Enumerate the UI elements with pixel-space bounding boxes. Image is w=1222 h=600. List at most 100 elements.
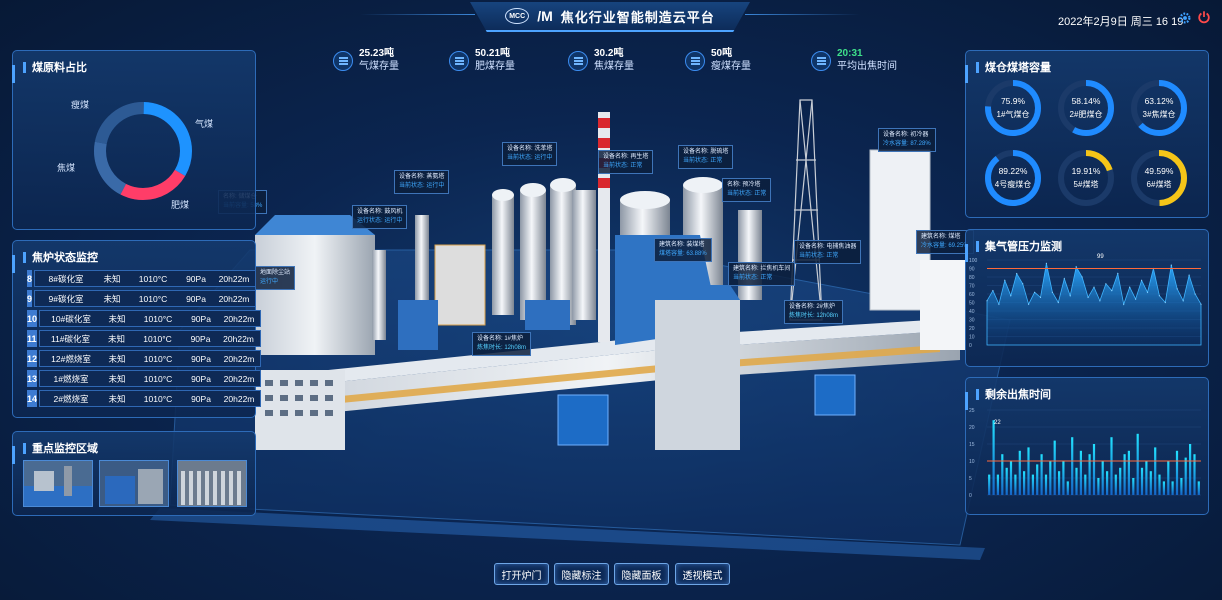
- legend-fat: 肥煤: [171, 200, 190, 210]
- pressure-point: [1051, 291, 1053, 293]
- bar: [1009, 461, 1013, 495]
- table-row[interactable]: 12 12#燃烧室 未知 1010°C 90Pa 20h22m: [27, 350, 262, 367]
- bar: [1071, 437, 1074, 495]
- y-tick-label: 90: [969, 267, 975, 273]
- cell-time: 20h22m: [223, 393, 255, 404]
- bar: [1088, 454, 1091, 495]
- plant-tag[interactable]: 设备名称: 再生塔 当前状态: 正常: [598, 150, 654, 174]
- bar: [1171, 481, 1174, 495]
- plant-tag[interactable]: 建筑名称: 拦焦机车间 当前状态: 正常: [728, 262, 796, 286]
- table-row[interactable]: 10 10#碳化室 未知 1010°C 90Pa 20h22m: [27, 310, 262, 327]
- y-tick-label: 10: [969, 335, 975, 341]
- hide-labels-button[interactable]: 隐藏标注: [554, 563, 609, 585]
- open-oven-door-button[interactable]: 打开炉门: [494, 563, 549, 585]
- plant-tag[interactable]: 设备名称: 2#焦炉 炼焦时长: 12h08m: [784, 300, 844, 324]
- plant-tag[interactable]: 地面除尘站 运行中: [255, 266, 296, 290]
- pressure-point: [1105, 283, 1107, 285]
- hide-panels-button[interactable]: 隐藏面板: [614, 563, 669, 585]
- pressure-point: [1158, 295, 1160, 297]
- pressure-point: [992, 290, 994, 292]
- plant-tag[interactable]: 建筑名称: 装煤塔 煤塔容量: 63.88%: [654, 238, 712, 262]
- database-icon: [568, 50, 588, 71]
- plant-tag[interactable]: 设备名称: 1#焦炉 炼焦时长: 12h08m: [472, 332, 532, 356]
- bar: [1101, 461, 1104, 495]
- cell-name: 11#碳化室: [50, 333, 91, 344]
- table-row[interactable]: 8 8#碳化室 未知 1010°C 90Pa 20h22m: [27, 270, 257, 287]
- camera-thumbnail[interactable]: [23, 460, 93, 507]
- database-icon: [333, 50, 353, 71]
- stat-coking-coal: 30.2吨 焦煤存量: [568, 48, 634, 73]
- bar: [1049, 461, 1052, 495]
- oven-row-body: 8#碳化室 未知 1010°C 90Pa 20h22m: [34, 270, 257, 287]
- cell-name: 2#燃烧室: [53, 393, 89, 404]
- pressure-point: [1081, 276, 1083, 278]
- bar: [1184, 457, 1187, 495]
- oven-number: 13: [27, 370, 38, 387]
- perspective-mode-button[interactable]: 透视模式: [675, 563, 730, 585]
- stat-avg-coke-time: 20:31 平均出焦时间: [811, 48, 897, 73]
- page-title: 焦化行业智能制造云平台: [560, 9, 715, 25]
- plant-tag[interactable]: 设备名称: 脱硫塔 当前状态: 正常: [678, 145, 734, 169]
- pressure-point: [1200, 303, 1202, 305]
- plant-tag[interactable]: 设备名称: 初冷器 冷水容量: 87.28%: [878, 128, 936, 152]
- pressure-point: [1087, 296, 1089, 298]
- pressure-point: [1069, 295, 1071, 297]
- bar: [1018, 450, 1021, 495]
- oven-row-body: 11#碳化室 未知 1010°C 90Pa 20h22m: [38, 330, 261, 347]
- peak-label: 22: [994, 420, 1001, 426]
- silo-gauge: [1058, 150, 1114, 206]
- bar: [1193, 454, 1196, 495]
- bar: [1175, 450, 1179, 495]
- bar: [1158, 474, 1161, 495]
- table-row[interactable]: 14 2#燃烧室 未知 1010°C 90Pa 20h22m: [27, 390, 262, 407]
- cell-name: 8#碳化室: [48, 273, 84, 284]
- cell-temp: 1010°C: [143, 313, 173, 324]
- pressure-point: [1176, 288, 1178, 290]
- plant-tag[interactable]: 设备名称: 鼓风机 运行状态: 运行中: [352, 205, 408, 229]
- table-row[interactable]: 11 11#碳化室 未知 1010°C 90Pa 20h22m: [27, 330, 261, 347]
- camera-thumbnail[interactable]: [177, 460, 247, 507]
- oven-number: 10: [27, 310, 38, 327]
- plant-tag[interactable]: 名称: 预冷塔 当前状态: 正常: [722, 178, 772, 202]
- pressure-point: [1146, 291, 1149, 293]
- remaining-time-chart: 25 20 15 10 5 0 22: [969, 408, 1201, 499]
- bar: [1106, 471, 1109, 495]
- cell-time: 20h22m: [223, 373, 255, 384]
- cell-time: 20h22m: [223, 333, 254, 344]
- table-row[interactable]: 9 9#碳化室 未知 1010°C 90Pa 20h22m: [27, 290, 257, 307]
- stat-lean-coal: 50吨 瘦煤存量: [685, 48, 751, 73]
- brand-logo: /M: [537, 8, 553, 24]
- plant-tag[interactable]: 设备名称: 电捕焦油器 当前状态: 正常: [794, 240, 862, 264]
- bar: [1005, 467, 1008, 495]
- bar: [1097, 478, 1100, 495]
- bar: [1058, 471, 1061, 495]
- pressure-point: [1039, 296, 1042, 298]
- y-tick-label: 80: [969, 275, 975, 281]
- cell-state: 未知: [103, 273, 121, 284]
- panel-title: 煤原料占比: [23, 59, 87, 75]
- plant-tag[interactable]: 设备名称: 蒸氨塔 当前状态: 运行中: [394, 170, 450, 194]
- gear-icon[interactable]: [1178, 11, 1192, 25]
- pressure-point: [1170, 264, 1172, 266]
- pressure-point: [1164, 301, 1166, 304]
- pressure-chart: 100908070605040302010099: [969, 254, 1202, 349]
- cell-pressure: 90Pa: [191, 313, 211, 324]
- stat-fat-coal: 50.21吨 肥煤存量: [449, 48, 515, 73]
- bar: [1079, 450, 1082, 495]
- silo-gauge: [1058, 80, 1114, 136]
- cell-pressure: 90Pa: [191, 393, 211, 404]
- table-row[interactable]: 13 1#燃烧室 未知 1010°C 90Pa 20h22m: [27, 370, 262, 387]
- camera-thumbnail[interactable]: [99, 460, 169, 507]
- cell-time: 20h22m: [223, 353, 255, 364]
- y-tick-label: 5: [969, 476, 972, 482]
- pressure-point: [1188, 274, 1190, 276]
- gauge-value: 63.12%: [1144, 96, 1174, 106]
- pressure-point: [1141, 279, 1143, 281]
- plant-tag[interactable]: 设备名称: 洗苯塔 当前状态: 运行中: [502, 142, 558, 166]
- gauge-label: 2#肥煤仓: [1069, 110, 1103, 119]
- cell-temp: 1010°C: [143, 393, 173, 404]
- bar: [1167, 461, 1170, 495]
- cell-state: 未知: [108, 373, 126, 384]
- power-icon[interactable]: [1197, 10, 1211, 24]
- pressure-point: [1123, 303, 1125, 305]
